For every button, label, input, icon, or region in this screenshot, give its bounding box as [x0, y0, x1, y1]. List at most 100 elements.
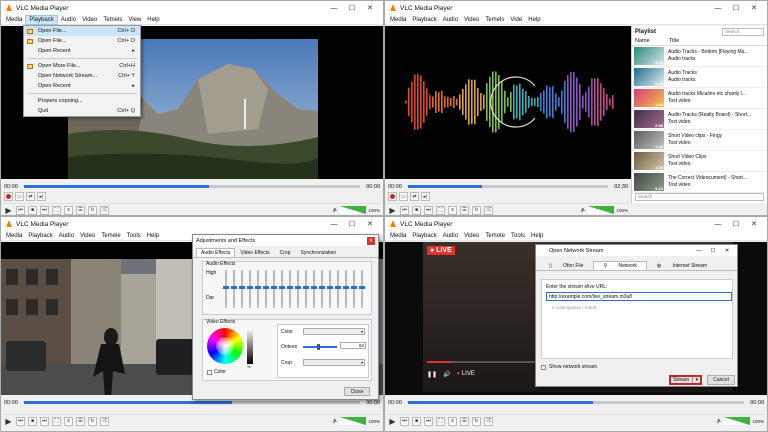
- eq-band-slider[interactable]: [343, 270, 349, 308]
- loop-ab-icon[interactable]: ⇄: [410, 192, 419, 201]
- previous-icon[interactable]: ⏮: [400, 205, 409, 215]
- saturation-bar[interactable]: [247, 328, 253, 364]
- menu-view[interactable]: Tools: [508, 231, 528, 241]
- eq-band-slider[interactable]: [335, 270, 341, 308]
- volume-icon[interactable]: 🔊: [443, 371, 450, 378]
- menu-playback[interactable]: Playback: [409, 15, 439, 25]
- play-icon[interactable]: ▶: [4, 417, 13, 426]
- extended-settings-icon[interactable]: ≡: [448, 205, 457, 215]
- menu-tools[interactable]: Temels: [482, 15, 507, 25]
- tab-synchronization[interactable]: Synchronization: [296, 248, 342, 257]
- loop-icon[interactable]: ↻: [472, 416, 481, 426]
- menu-item[interactable]: Open File... Ctrl+ O: [24, 36, 140, 46]
- tab-network[interactable]: ⚲ Network: [593, 261, 647, 270]
- eq-band-slider[interactable]: [327, 270, 333, 308]
- playlist-icon[interactable]: ☰: [76, 416, 85, 426]
- seek-slider[interactable]: [407, 401, 745, 404]
- stop-icon[interactable]: ■: [412, 205, 421, 215]
- menu-tools[interactable]: Temote: [482, 231, 508, 241]
- playlist-item[interactable]: 2:58 Audio Tracks (Realty Board) - Short.…: [632, 109, 767, 130]
- loop-icon[interactable]: ↻: [472, 205, 481, 215]
- fullscreen-icon[interactable]: ⛶: [436, 416, 445, 426]
- extended-settings-icon[interactable]: ≡: [448, 416, 457, 426]
- close-icon[interactable]: ✕: [361, 4, 379, 12]
- menu-tools[interactable]: Temels: [100, 15, 125, 25]
- menu-item[interactable]: Open More File... Ctrl+H: [24, 61, 140, 71]
- play-icon[interactable]: ▶: [388, 206, 397, 215]
- next-icon[interactable]: ⏭: [40, 416, 49, 426]
- color-wheel[interactable]: [207, 328, 243, 364]
- crop-select[interactable]: ▾: [303, 359, 365, 366]
- loop-icon[interactable]: ↻: [88, 205, 97, 215]
- playlist-item[interactable]: 3:35 Audio Tracks Audio tracks: [632, 67, 767, 88]
- menu-view[interactable]: Tools: [124, 231, 144, 241]
- maximize-icon[interactable]: ☐: [343, 220, 361, 228]
- playlist-item[interactable]: 4:55 Audio Tracks - Bottom [Flaying Mu...…: [632, 46, 767, 67]
- loop-icon[interactable]: ↻: [88, 416, 97, 426]
- url-input[interactable]: http://example.com/live_stream.m3u8: [546, 292, 732, 301]
- extended-settings-icon[interactable]: ≡: [64, 205, 73, 215]
- menu-help[interactable]: Help: [144, 231, 162, 241]
- brightness-slider[interactable]: [303, 344, 337, 350]
- menu-playback[interactable]: Playback: [25, 231, 55, 241]
- menu-item[interactable]: Open File... Ctrl+ O: [24, 26, 140, 36]
- eq-band-slider[interactable]: [359, 270, 365, 308]
- snapshot-icon[interactable]: ▭: [399, 192, 408, 201]
- volume-control[interactable]: 🔈 100%: [581, 206, 628, 214]
- snapshot-icon[interactable]: ▭: [15, 192, 24, 201]
- menu-video[interactable]: Video: [79, 15, 100, 25]
- stop-icon[interactable]: ■: [28, 416, 37, 426]
- previous-icon[interactable]: ⏮: [400, 416, 409, 426]
- eq-band-slider[interactable]: [287, 270, 293, 308]
- menu-media[interactable]: Media: [387, 231, 409, 241]
- eq-band-slider[interactable]: [311, 270, 317, 308]
- close-icon[interactable]: ✕: [745, 220, 763, 228]
- eq-band-slider[interactable]: [319, 270, 325, 308]
- shuffle-icon[interactable]: ⤮: [484, 205, 493, 215]
- playlist-icon[interactable]: ☰: [460, 416, 469, 426]
- volume-control[interactable]: 🔈 100%: [717, 417, 764, 425]
- minimize-icon[interactable]: —: [325, 5, 343, 12]
- eq-band-slider[interactable]: [351, 270, 357, 308]
- minimize-icon[interactable]: —: [709, 221, 727, 228]
- menu-tools[interactable]: Temele: [98, 231, 123, 241]
- menu-media[interactable]: Media: [387, 15, 409, 25]
- extended-settings-icon[interactable]: ≡: [64, 416, 73, 426]
- brightness-value[interactable]: 62: [340, 342, 366, 349]
- menu-item[interactable]: Open Network Stream... Ctrl+ Y: [24, 71, 140, 81]
- close-icon[interactable]: ✕: [367, 236, 375, 245]
- audio-visualizer-area[interactable]: [385, 26, 631, 179]
- color-select[interactable]: ▾: [303, 328, 365, 335]
- tab-open-file[interactable]: ▯ Ofon File: [539, 261, 593, 270]
- menu-audio[interactable]: Audio: [58, 15, 79, 25]
- cancel-button[interactable]: Cancel: [707, 375, 735, 385]
- playlist-search-input[interactable]: Search: [722, 28, 764, 36]
- menu-audio[interactable]: Audio: [440, 231, 461, 241]
- eq-band-slider[interactable]: [231, 270, 237, 308]
- tab-audio-effects[interactable]: Audio Effects: [196, 248, 236, 257]
- stream-button[interactable]: Stream ▾: [669, 375, 702, 385]
- menu-video[interactable]: Video: [461, 15, 482, 25]
- next-icon[interactable]: ⏭: [40, 205, 49, 215]
- close-button[interactable]: Close: [344, 387, 370, 396]
- next-icon[interactable]: ⏭: [424, 416, 433, 426]
- menu-item[interactable]: Quit Ctrl+ Q: [24, 106, 140, 116]
- eq-band-slider[interactable]: [271, 270, 277, 308]
- menu-help[interactable]: Help: [528, 231, 546, 241]
- minimize-icon[interactable]: —: [709, 5, 727, 12]
- menu-item[interactable]: Propers copoing...: [24, 96, 140, 106]
- eq-band-slider[interactable]: [239, 270, 245, 308]
- menu-video[interactable]: Video: [77, 231, 98, 241]
- playlist-item[interactable]: 1:08 Short Video clips - Fingy Tost video: [632, 130, 767, 151]
- maximize-icon[interactable]: ☐: [727, 4, 745, 12]
- color-checkbox[interactable]: [207, 370, 212, 375]
- eq-band-slider[interactable]: [263, 270, 269, 308]
- menu-item[interactable]: Open Recent ▸: [24, 46, 140, 56]
- menu-audio[interactable]: Audio: [440, 15, 461, 25]
- stop-icon[interactable]: ■: [412, 416, 421, 426]
- eq-band-slider[interactable]: [223, 270, 229, 308]
- menu-media[interactable]: Media: [3, 15, 25, 25]
- menu-video[interactable]: Video: [461, 231, 482, 241]
- close-icon[interactable]: ✕: [720, 248, 734, 254]
- frame-step-icon[interactable]: ▸|: [37, 192, 46, 201]
